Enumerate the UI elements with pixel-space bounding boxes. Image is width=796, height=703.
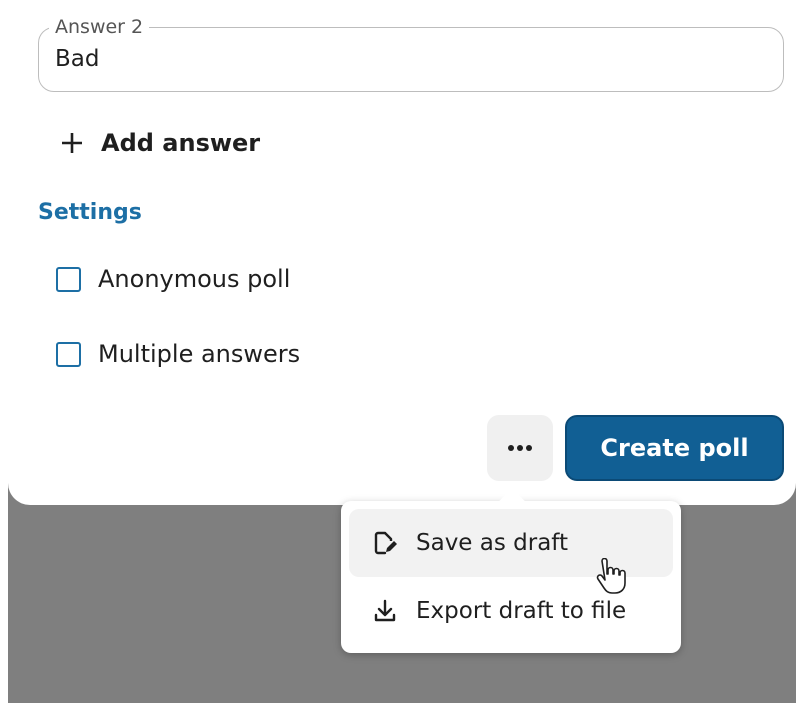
create-poll-button[interactable]: Create poll xyxy=(565,415,784,481)
multiple-answers-label: Multiple answers xyxy=(98,340,301,368)
anonymous-poll-label: Anonymous poll xyxy=(98,265,291,293)
add-answer-button[interactable]: Add answer xyxy=(61,126,260,160)
save-as-draft-label: Save as draft xyxy=(416,530,569,556)
download-icon xyxy=(374,599,396,622)
menu-item-save-as-draft[interactable]: Save as draft xyxy=(349,509,673,577)
more-options-menu: Save as draft Export draft to file xyxy=(341,488,681,653)
plus-icon xyxy=(62,133,82,153)
answer-2-value[interactable]: Bad xyxy=(55,45,99,73)
anonymous-poll-checkbox[interactable] xyxy=(56,266,81,292)
export-draft-label: Export draft to file xyxy=(416,598,627,624)
poll-dialog: Answer 2 Bad Add answer Settings Anonymo… xyxy=(8,0,796,505)
multiple-answers-checkbox[interactable] xyxy=(56,341,81,367)
add-answer-label: Add answer xyxy=(101,129,261,157)
menu-item-export-draft[interactable]: Export draft to file xyxy=(349,577,673,645)
anonymous-poll-option[interactable]: Anonymous poll xyxy=(56,263,290,295)
answer-2-label: Answer 2 xyxy=(49,15,150,39)
answer-2-field[interactable]: Answer 2 Bad xyxy=(38,15,784,92)
more-horizontal-icon xyxy=(508,445,532,451)
draft-edit-icon xyxy=(374,531,397,555)
settings-heading: Settings xyxy=(38,200,142,225)
multiple-answers-option[interactable]: Multiple answers xyxy=(56,338,300,370)
more-options-button[interactable] xyxy=(487,415,553,481)
